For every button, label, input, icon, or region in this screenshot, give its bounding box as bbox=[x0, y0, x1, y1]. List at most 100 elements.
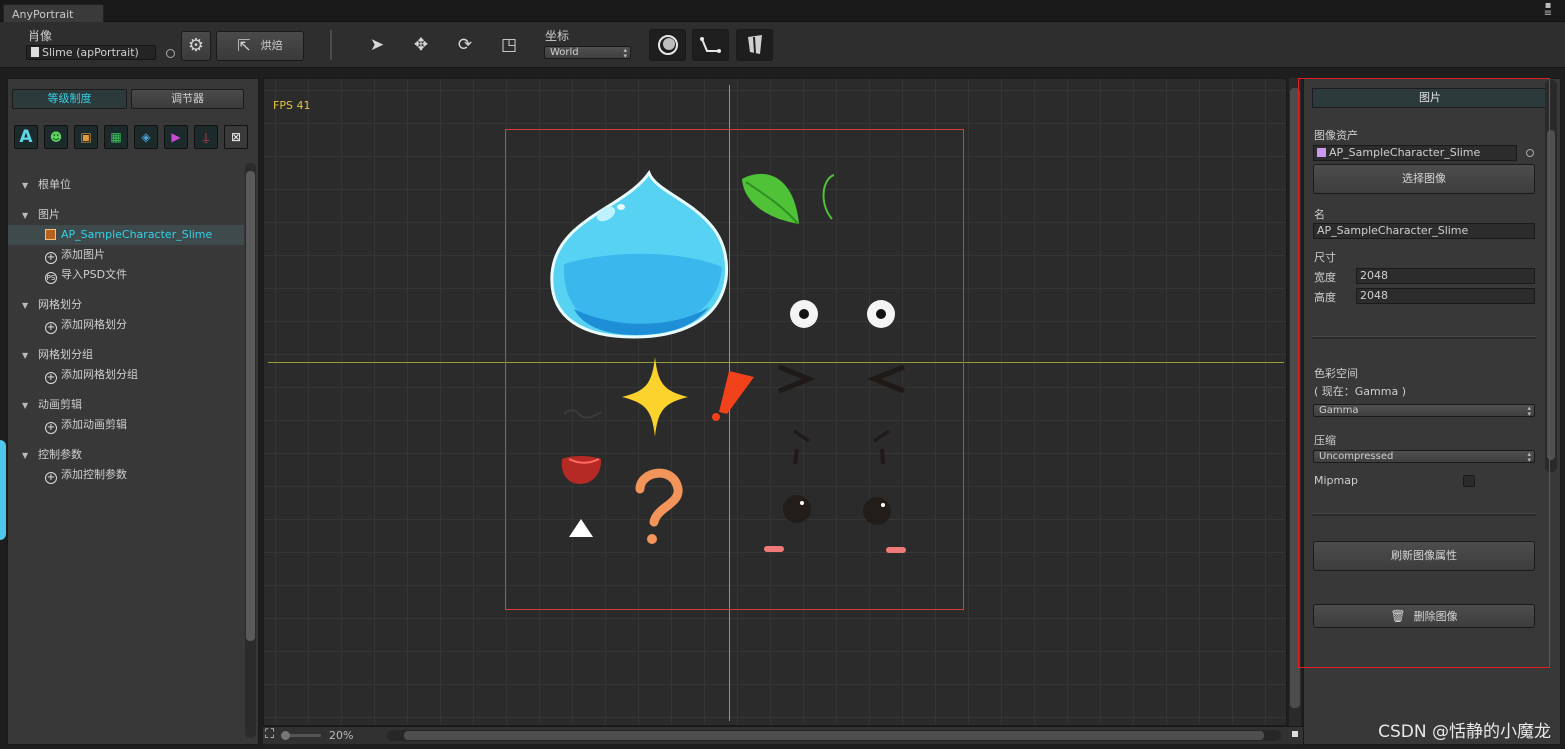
tab-hierarchy[interactable]: 等级制度 bbox=[12, 89, 127, 109]
slime-edge-preview bbox=[0, 440, 6, 540]
mouth-question-sprites bbox=[561, 456, 683, 544]
tree-header-control-param[interactable]: ▼ 控制参数 bbox=[8, 445, 244, 465]
plus-circle-icon: + bbox=[45, 322, 57, 334]
tree-add-image[interactable]: + 添加图片 bbox=[8, 245, 244, 265]
asset-picker-icon[interactable] bbox=[1526, 149, 1534, 157]
width-field[interactable]: 2048 bbox=[1356, 268, 1535, 284]
name-field[interactable]: AP_SampleCharacter_Slime bbox=[1313, 223, 1535, 239]
tree-item-label: 添加网格划分组 bbox=[61, 368, 138, 381]
width-label: 宽度 bbox=[1314, 271, 1336, 284]
height-field[interactable]: 2048 bbox=[1356, 288, 1535, 304]
document-icon bbox=[31, 47, 39, 57]
bake-button[interactable]: ⇱ 烘焙 bbox=[216, 31, 304, 61]
window-tab[interactable]: AnyPortrait bbox=[3, 4, 104, 22]
canvas-vertical-scrollbar[interactable] bbox=[1289, 78, 1301, 726]
expand-triangle-icon: ▼ bbox=[22, 301, 29, 310]
tree-header-mesh-group[interactable]: ▼ 网格划分组 bbox=[8, 345, 244, 365]
tab-controller[interactable]: 调节器 bbox=[131, 89, 244, 109]
tree-add-animation[interactable]: + 添加动画剪辑 bbox=[8, 415, 244, 435]
tree-add-control-param[interactable]: + 添加控制参数 bbox=[8, 465, 244, 485]
tree-item-label: 添加图片 bbox=[61, 248, 105, 261]
select-image-button[interactable]: 选择图像 bbox=[1313, 164, 1535, 194]
size-label: 尺寸 bbox=[1314, 251, 1336, 264]
object-picker-icon[interactable] bbox=[166, 49, 175, 58]
compression-value: Uncompressed bbox=[1319, 451, 1394, 462]
tree-header-animation[interactable]: ▼ 动画剪辑 bbox=[8, 395, 244, 415]
plus-circle-icon: + bbox=[45, 422, 57, 434]
character-icon[interactable]: ☻ bbox=[44, 125, 68, 149]
mesh-flag-icon bbox=[747, 35, 762, 54]
portrait-field-text: Slime (apPortrait) bbox=[42, 46, 139, 59]
mesh-icon[interactable]: ▦ bbox=[104, 125, 128, 149]
fit-view-icon[interactable]: ⛶ bbox=[265, 727, 274, 742]
slime-body-sprite bbox=[550, 169, 728, 339]
rotate-icon: ⟳ bbox=[457, 35, 473, 55]
scrollbar-thumb[interactable] bbox=[246, 171, 255, 641]
inspector-panel: 图片 图像资产 AP_SampleCharacter_Slime 选择图像 名 … bbox=[1303, 78, 1561, 745]
portrait-object-field[interactable]: Slime (apPortrait) bbox=[26, 45, 156, 60]
scrollbar-thumb[interactable] bbox=[1547, 130, 1555, 460]
tree-header-label: 网格划分 bbox=[38, 298, 82, 311]
tree-header-root[interactable]: ▼ 根单位 bbox=[8, 175, 244, 195]
colorspace-value: Gamma bbox=[1319, 405, 1359, 416]
mipmap-checkbox[interactable] bbox=[1463, 475, 1475, 487]
colorspace-dropdown[interactable]: Gamma ▴ ▾ bbox=[1313, 404, 1535, 418]
coord-dropdown[interactable]: World ▴ ▾ bbox=[544, 46, 631, 60]
tree-add-mesh-group[interactable]: + 添加网格划分组 bbox=[8, 365, 244, 385]
image-icon[interactable]: ▣ bbox=[74, 125, 98, 149]
tree-import-psd[interactable]: PS 导入PSD文件 bbox=[8, 265, 244, 285]
tree-item-label: 添加动画剪辑 bbox=[61, 418, 127, 431]
delete-image-button[interactable]: 🗑 删除图像 bbox=[1313, 604, 1535, 628]
zoom-slider[interactable] bbox=[281, 731, 321, 740]
window-menu-icon[interactable]: ▪ ≡ bbox=[1541, 1, 1555, 20]
inspector-scrollbar[interactable] bbox=[1545, 80, 1557, 472]
scrollbar-thumb[interactable] bbox=[1290, 88, 1300, 708]
compression-dropdown[interactable]: Uncompressed ▴ ▾ bbox=[1313, 450, 1535, 464]
mesh-group-icon[interactable]: ◈ bbox=[134, 125, 158, 149]
plus-circle-icon: + bbox=[45, 252, 57, 264]
tree-item-label: 导入PSD文件 bbox=[61, 268, 128, 281]
eye-sprites bbox=[764, 300, 906, 553]
name-label: 名 bbox=[1314, 208, 1325, 221]
bone-path-icon bbox=[699, 37, 721, 53]
scrollbar-thumb[interactable] bbox=[404, 731, 1264, 740]
onion-skin-button[interactable] bbox=[649, 29, 686, 61]
bone-button[interactable] bbox=[692, 29, 729, 61]
tree-header-label: 网格划分组 bbox=[38, 348, 93, 361]
window-tab-strip: AnyPortrait ▪ ≡ bbox=[0, 0, 1565, 22]
text-icon[interactable]: A bbox=[14, 125, 38, 149]
scale-tool-button[interactable]: ◳ bbox=[493, 29, 525, 61]
colorspace-current: ( 现在：Gamma ) bbox=[1314, 385, 1407, 398]
canvas-bottom-bar: ⛶ 20% bbox=[263, 726, 1303, 744]
select-tool-button[interactable]: ➤ bbox=[361, 29, 393, 61]
asset-label: 图像资产 bbox=[1314, 129, 1358, 142]
tree-add-mesh[interactable]: + 添加网格划分 bbox=[8, 315, 244, 335]
expand-triangle-icon: ▼ bbox=[22, 401, 29, 410]
tree-header-label: 根单位 bbox=[38, 178, 71, 191]
mesh-view-button[interactable] bbox=[736, 29, 773, 61]
scale-icon: ◳ bbox=[500, 35, 518, 55]
settings-button[interactable]: ⚙ bbox=[181, 31, 211, 61]
canvas-horizontal-scrollbar[interactable] bbox=[387, 730, 1281, 741]
tree-header-images[interactable]: ▼ 图片 bbox=[8, 205, 244, 225]
corner-reset-icon[interactable] bbox=[1289, 728, 1301, 740]
tree-item-image[interactable]: AP_SampleCharacter_Slime bbox=[8, 225, 244, 245]
hierarchy-panel: 等级制度 调节器 A ☻ ▣ ▦ ◈ ▶ ⍊ ⊠ ▼ 根单位 ▼ 图片 AP_Sam… bbox=[7, 78, 259, 745]
plus-circle-icon: + bbox=[45, 372, 57, 384]
delete-image-label: 删除图像 bbox=[1413, 610, 1458, 623]
animation-icon[interactable]: ▶ bbox=[164, 125, 188, 149]
tree-header-mesh[interactable]: ▼ 网格划分 bbox=[8, 295, 244, 315]
refresh-image-button[interactable]: 刷新图像属性 bbox=[1313, 541, 1535, 571]
coord-value: World bbox=[550, 47, 579, 58]
zoom-slider-knob[interactable] bbox=[281, 731, 290, 740]
move-tool-button[interactable]: ✥ bbox=[405, 29, 437, 61]
hierarchy-scrollbar[interactable] bbox=[245, 163, 256, 738]
rotate-tool-button[interactable]: ⟳ bbox=[449, 29, 481, 61]
coord-label: 坐标 bbox=[545, 29, 570, 43]
workspace-canvas[interactable]: FPS 41 bbox=[263, 78, 1287, 726]
close-box-icon[interactable]: ⊠ bbox=[224, 125, 248, 149]
expand-triangle-icon: ▼ bbox=[22, 451, 29, 460]
hierarchy-icon-bar: A ☻ ▣ ▦ ◈ ▶ ⍊ ⊠ bbox=[14, 125, 254, 151]
control-param-icon[interactable]: ⍊ bbox=[194, 125, 218, 149]
asset-object-field[interactable]: AP_SampleCharacter_Slime bbox=[1313, 145, 1517, 161]
